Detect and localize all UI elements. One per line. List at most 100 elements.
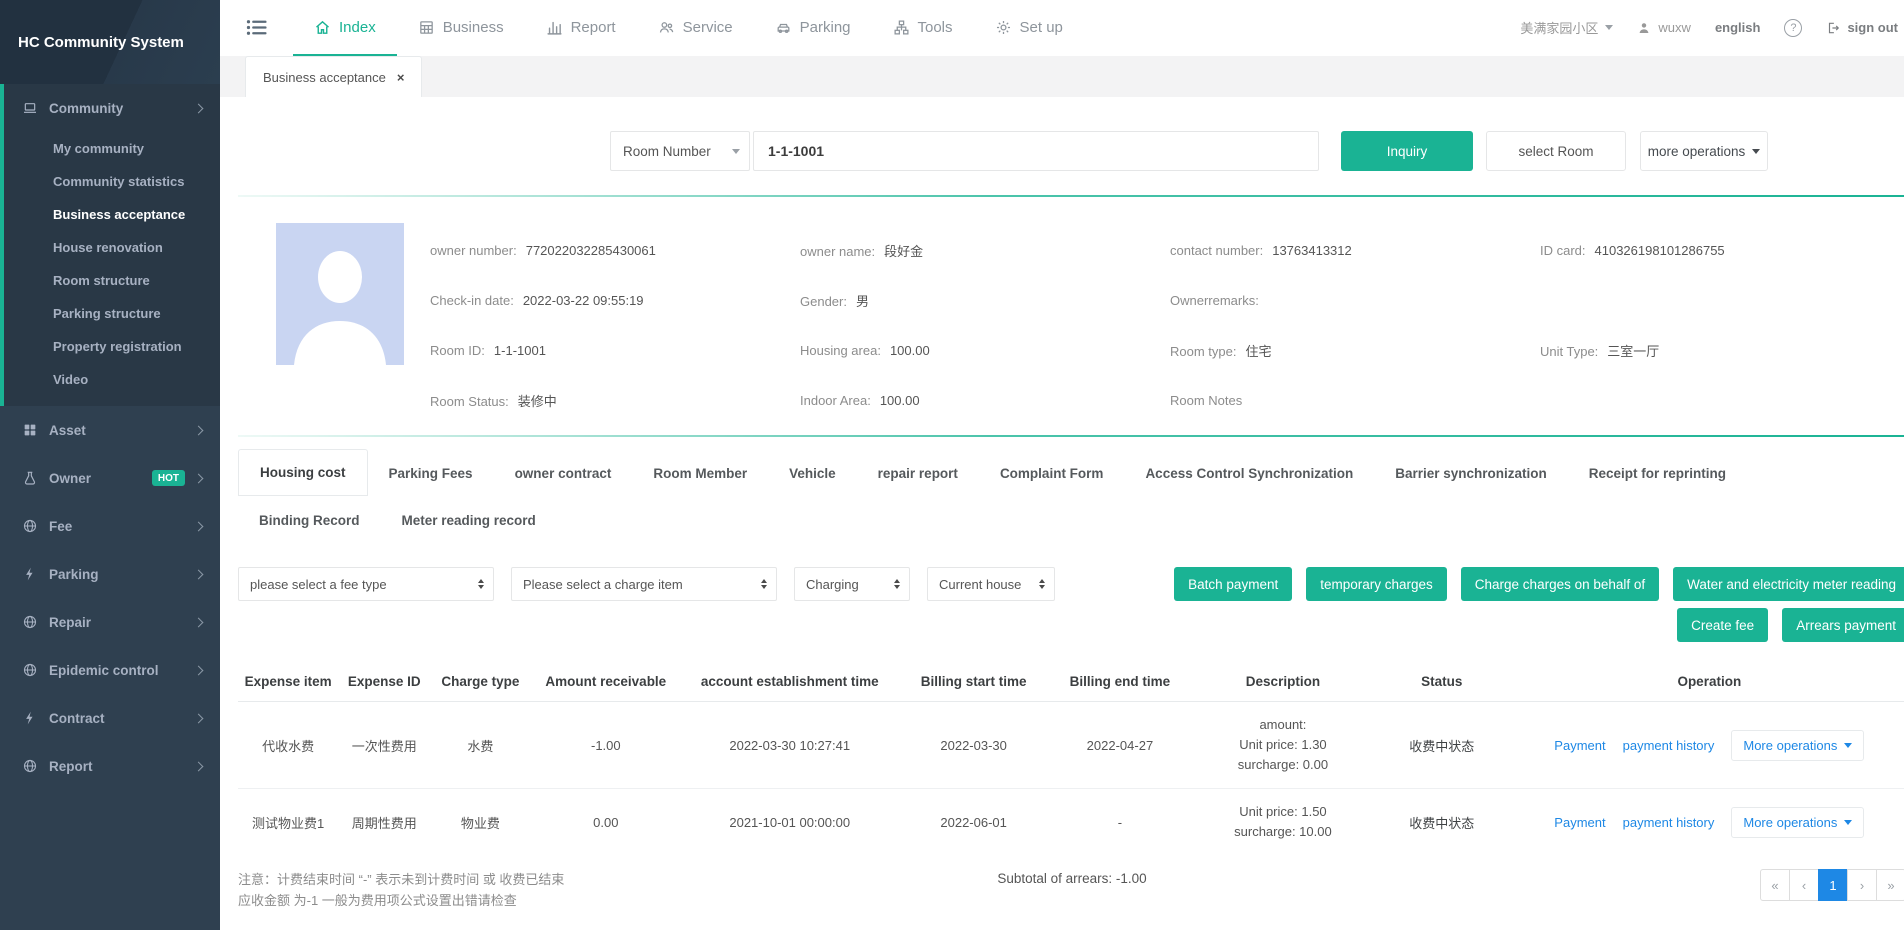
- caret-down-icon: [732, 149, 740, 154]
- field-gender: Gender:男: [800, 291, 1170, 310]
- more-operations-button[interactable]: More operations: [1731, 807, 1864, 838]
- globe-icon: [22, 758, 38, 774]
- sidebar-item-house-renovation[interactable]: House renovation: [4, 231, 220, 264]
- owner-avatar: [276, 223, 404, 365]
- more-operations-button[interactable]: More operations: [1731, 730, 1864, 761]
- top-menu-service[interactable]: Service: [637, 0, 754, 56]
- top-menu-setup[interactable]: Set up: [974, 0, 1084, 56]
- tab-access-control-sync[interactable]: Access Control Synchronization: [1124, 451, 1374, 496]
- top-menu-business[interactable]: Business: [397, 0, 525, 56]
- sidebar-item-label: Contract: [49, 711, 105, 726]
- top-menu-index[interactable]: Index: [293, 0, 397, 56]
- bar-chart-icon: [546, 19, 563, 36]
- tab-complaint-form[interactable]: Complaint Form: [979, 451, 1125, 496]
- cell-billing-end: 2022-04-27: [1049, 702, 1191, 789]
- sidebar-item-contract[interactable]: Contract: [0, 694, 220, 742]
- sidebar-item-asset[interactable]: Asset: [0, 406, 220, 454]
- sidebar-item-parking-structure[interactable]: Parking structure: [4, 297, 220, 330]
- page-last-button[interactable]: »: [1876, 869, 1904, 901]
- sidebar-item-fee[interactable]: Fee: [0, 502, 220, 550]
- language-switch[interactable]: english: [1715, 20, 1761, 35]
- community-switcher[interactable]: 美满家园小区: [1520, 18, 1613, 37]
- sidebar-item-property-registration[interactable]: Property registration: [4, 330, 220, 363]
- cell-expense-id: 一次性费用: [338, 702, 430, 789]
- field-checkin-date: Check-in date:2022-03-22 09:55:19: [430, 293, 800, 308]
- current-house-select[interactable]: Current house: [927, 567, 1055, 601]
- sign-out-button[interactable]: sign out: [1826, 20, 1898, 35]
- batch-payment-button[interactable]: Batch payment: [1174, 567, 1292, 601]
- tab-binding-record[interactable]: Binding Record: [238, 498, 381, 543]
- sidebar-item-room-structure[interactable]: Room structure: [4, 264, 220, 297]
- user-menu[interactable]: wuxw: [1637, 20, 1691, 35]
- room-number-input[interactable]: [753, 131, 1319, 171]
- tab-meter-reading-record[interactable]: Meter reading record: [381, 498, 557, 543]
- sidebar-item-report[interactable]: Report: [0, 742, 220, 790]
- charge-item-select[interactable]: Please select a charge item: [511, 567, 777, 601]
- topbar: Index Business Report Service Parking To…: [220, 0, 1904, 56]
- table-icon: [418, 19, 435, 36]
- sidebar-item-my-community[interactable]: My community: [4, 132, 220, 165]
- inquiry-button[interactable]: Inquiry: [1341, 131, 1473, 171]
- temporary-charges-button[interactable]: temporary charges: [1306, 567, 1447, 601]
- page-next-button[interactable]: ›: [1847, 869, 1877, 901]
- owner-info-grid: owner number:772022032285430061 owner na…: [430, 223, 1904, 425]
- payment-link[interactable]: Payment: [1554, 815, 1605, 830]
- meter-reading-button[interactable]: Water and electricity meter reading: [1673, 567, 1904, 601]
- divider: [238, 435, 1904, 437]
- sidebar-item-community[interactable]: Community: [4, 84, 220, 132]
- tab-housing-cost[interactable]: Housing cost: [238, 449, 368, 496]
- charging-select[interactable]: Charging: [794, 567, 910, 601]
- tab-receipt-reprinting[interactable]: Receipt for reprinting: [1568, 451, 1747, 496]
- create-fee-button[interactable]: Create fee: [1677, 608, 1768, 642]
- fee-type-select[interactable]: please select a fee type: [238, 567, 494, 601]
- col-expense-id: Expense ID: [338, 662, 430, 702]
- col-description: Description: [1191, 662, 1375, 702]
- sidebar-item-business-acceptance[interactable]: Business acceptance: [4, 198, 220, 231]
- page-1-button[interactable]: 1: [1818, 869, 1848, 901]
- caret-down-icon: [1844, 820, 1852, 825]
- menu-toggle-icon[interactable]: [246, 17, 267, 38]
- tab-label: Business acceptance: [263, 70, 386, 85]
- tab-owner-contract[interactable]: owner contract: [494, 451, 633, 496]
- tab-parking-fees[interactable]: Parking Fees: [368, 451, 494, 496]
- payment-history-link[interactable]: payment history: [1623, 738, 1715, 753]
- chevron-right-icon: [194, 103, 204, 113]
- sidebar-item-owner[interactable]: Owner HOT: [0, 454, 220, 502]
- more-operations-dropdown[interactable]: more operations: [1640, 131, 1768, 171]
- sidebar-item-epidemic-control[interactable]: Epidemic control: [0, 646, 220, 694]
- close-icon[interactable]: ×: [397, 70, 405, 85]
- page-prev-button[interactable]: ‹: [1789, 869, 1819, 901]
- sidebar-item-community-statistics[interactable]: Community statistics: [4, 165, 220, 198]
- tab-barrier-sync[interactable]: Barrier synchronization: [1374, 451, 1568, 496]
- community-name: 美满家园小区: [1520, 18, 1598, 37]
- arrears-payment-button[interactable]: Arrears payment: [1782, 608, 1904, 642]
- tab-vehicle[interactable]: Vehicle: [768, 451, 857, 496]
- tab-business-acceptance[interactable]: Business acceptance ×: [245, 56, 422, 97]
- pagination-wrap: « ‹ 1 › »: [1147, 869, 1904, 901]
- tab-repair-report[interactable]: repair report: [857, 451, 979, 496]
- sidebar-item-parking[interactable]: Parking: [0, 550, 220, 598]
- help-icon[interactable]: ?: [1784, 19, 1802, 37]
- sidebar-item-label: Asset: [49, 423, 86, 438]
- sidebar-item-repair[interactable]: Repair: [0, 598, 220, 646]
- sidebar-item-video[interactable]: Video: [4, 363, 220, 396]
- sidebar-menu: Community My community Community statist…: [0, 84, 220, 930]
- payment-history-link[interactable]: payment history: [1623, 815, 1715, 830]
- search-type-select[interactable]: Room Number: [610, 131, 750, 171]
- globe-icon: [22, 662, 38, 678]
- flask-icon: [22, 470, 38, 486]
- tab-room-member[interactable]: Room Member: [632, 451, 768, 496]
- top-menu-parking[interactable]: Parking: [754, 0, 872, 56]
- charge-on-behalf-button[interactable]: Charge charges on behalf of: [1461, 567, 1659, 601]
- globe-icon: [22, 614, 38, 630]
- top-menu-tools[interactable]: Tools: [872, 0, 974, 56]
- note-line-1: 注意：计费结束时间 “-” 表示未到计费时间 或 收费已结束: [238, 869, 997, 890]
- sidebar-item-label: Fee: [49, 519, 72, 534]
- page-first-button[interactable]: «: [1760, 869, 1790, 901]
- top-menu-report[interactable]: Report: [525, 0, 637, 56]
- select-room-button[interactable]: select Room: [1486, 131, 1626, 171]
- sign-out-icon: [1826, 21, 1840, 35]
- owner-info-section: owner number:772022032285430061 owner na…: [238, 197, 1904, 425]
- payment-link[interactable]: Payment: [1554, 738, 1605, 753]
- chevron-right-icon: [194, 617, 204, 627]
